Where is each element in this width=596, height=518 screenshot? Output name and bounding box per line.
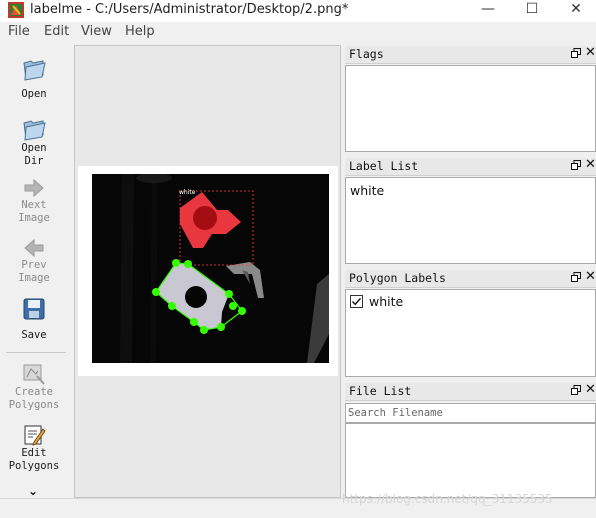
checkbox-checked-icon[interactable] <box>350 295 363 308</box>
polygon-labels-list[interactable]: white <box>345 289 596 377</box>
open-dir-label-1: Open <box>21 142 47 154</box>
polygon-labels-title: Polygon Labels <box>349 271 446 285</box>
dock-float-icon[interactable] <box>571 272 581 282</box>
open-dir-button[interactable]: Open Dir <box>2 116 66 168</box>
next-label-2: Image <box>18 212 50 224</box>
flags-title: Flags <box>349 47 384 61</box>
dock-close-icon[interactable]: ✕ <box>585 157 596 172</box>
open-dir-label-2: Dir <box>24 155 44 167</box>
arrow-left-icon <box>24 238 44 258</box>
create-polygons-button[interactable]: Create Polygons <box>2 362 66 412</box>
create-polygon-icon <box>23 364 45 385</box>
open-label: Open <box>21 88 47 100</box>
folder-icon <box>23 60 46 81</box>
app-icon <box>8 2 24 18</box>
file-list[interactable] <box>345 423 596 498</box>
prev-label-2: Image <box>18 272 50 284</box>
label-list-dock-title: Label List ✕ <box>345 157 596 176</box>
polygon-labels-dock-title: Polygon Labels ✕ <box>345 269 596 288</box>
dock-close-icon[interactable]: ✕ <box>585 382 596 397</box>
dock-close-icon[interactable]: ✕ <box>585 45 596 60</box>
save-label: Save <box>21 329 47 341</box>
next-image-button[interactable]: Next Image <box>2 177 66 225</box>
dock-float-icon[interactable] <box>571 160 581 170</box>
edit-polygons-button[interactable]: Edit Polygons <box>2 423 66 473</box>
folder-icon <box>23 120 46 141</box>
selection-label: white <box>179 189 196 196</box>
label-list-item[interactable]: white <box>350 183 384 198</box>
minimize-button[interactable]: — <box>468 0 508 22</box>
toolbar-separator <box>6 352 66 353</box>
close-button[interactable]: ✕ <box>556 0 596 22</box>
next-label-1: Next <box>21 199 47 211</box>
file-list-title: File List <box>349 384 412 398</box>
menu-help[interactable]: Help <box>125 24 155 39</box>
menu-edit[interactable]: Edit <box>44 24 69 39</box>
dock-close-icon[interactable]: ✕ <box>585 269 596 284</box>
menu-file[interactable]: File <box>8 24 30 39</box>
create-label-1: Create <box>15 386 53 398</box>
dock-float-icon[interactable] <box>571 48 581 58</box>
red-part <box>180 192 241 248</box>
create-label-2: Polygons <box>8 399 60 411</box>
prev-image-button[interactable]: Prev Image <box>2 237 66 285</box>
open-button[interactable]: Open <box>2 56 66 101</box>
dock-float-icon[interactable] <box>571 385 581 395</box>
menu-view[interactable]: View <box>81 24 112 39</box>
watermark: https://blog.csdn.net/qq_31135535 <box>342 492 553 506</box>
floppy-disk-icon <box>23 298 45 320</box>
label-list-title: Label List <box>349 159 419 173</box>
window-title: labelme - C:/Users/Administrator/Desktop… <box>30 2 349 17</box>
label-list[interactable]: white <box>345 177 596 264</box>
edit-label-2: Polygons <box>8 460 60 472</box>
maximize-button[interactable]: ☐ <box>512 0 552 22</box>
file-list-dock-title: File List ✕ <box>345 382 596 401</box>
search-filename-input[interactable] <box>345 403 596 423</box>
flags-list[interactable] <box>345 65 596 152</box>
save-button[interactable]: Save <box>2 297 66 342</box>
toolbar-more-icon[interactable]: ⌄ <box>28 484 38 498</box>
loaded-image[interactable]: white <box>92 174 329 363</box>
edit-polygon-icon <box>24 425 46 446</box>
arrow-right-icon <box>24 178 44 198</box>
edit-label-1: Edit <box>21 447 47 459</box>
polygon-label-item[interactable]: white <box>369 294 403 309</box>
prev-label-1: Prev <box>21 259 47 271</box>
flags-dock-title: Flags ✕ <box>345 45 596 64</box>
image-canvas[interactable]: white <box>92 174 329 363</box>
